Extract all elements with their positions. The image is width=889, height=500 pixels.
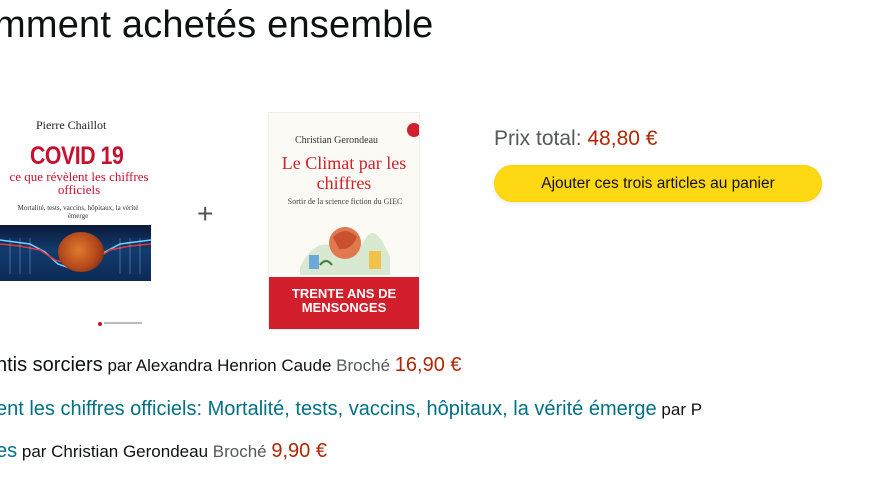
list-item: ntis sorciers par Alexandra Henrion Caud… (0, 354, 462, 377)
book-cover-banner-text: TRENTE ANS DE MENSONGES (291, 286, 397, 315)
list-item: ent les chiffres officiels: Mortalité, t… (0, 398, 702, 421)
list-item: es par Christian Gerondeau Broché 9,90 € (0, 440, 327, 463)
book-cover-subtitle: ce que révèlent les chiffres officiels (9, 169, 149, 197)
item-price: 9,90 € (271, 440, 327, 462)
climate-illustration-icon (300, 227, 390, 275)
total-price: Prix total: 48,80 € (494, 127, 657, 151)
item-format: Broché (212, 442, 267, 461)
book-cover-author: Pierre Chaillot (36, 118, 107, 132)
total-label: Prix total: (494, 127, 582, 150)
item-author: par Alexandra Henrion Caude (107, 356, 332, 375)
item-author: par Christian Gerondeau (21, 442, 209, 461)
publisher-line (104, 322, 142, 324)
book-cover-tagline: Mortalité, tests, vaccins, hôpitaux, la … (17, 204, 139, 220)
publisher-logo-icon (98, 322, 102, 326)
badge-icon (407, 123, 419, 137)
book-cover-covid19[interactable]: Pierre Chaillot COVID 19 ce que révèlent… (0, 110, 152, 332)
item-title[interactable]: ent les chiffres officiels: Mortalité, t… (0, 398, 657, 420)
virus-icon (58, 232, 104, 272)
item-price: 16,90 € (394, 354, 462, 376)
book-cover-title: Le Climat par les chiffres (281, 153, 407, 193)
item-format: Broché (336, 356, 391, 375)
book-cover-subtitle: Sortir de la science fiction du GIEC (287, 197, 403, 206)
book-cover-title: COVID 19 (30, 142, 124, 170)
add-all-to-cart-button[interactable]: Ajouter ces trois articles au panier (494, 165, 822, 202)
item-author: par P (661, 400, 703, 419)
item-title[interactable]: es (0, 440, 17, 462)
book-cover-author: Christian Gerondeau (295, 135, 379, 146)
book-cover-climat[interactable]: Christian Gerondeau Le Climat par les ch… (268, 112, 420, 330)
section-heading: mment achetés ensemble (0, 4, 434, 46)
plus-icon: + (197, 198, 214, 229)
item-title[interactable]: ntis sorciers (0, 354, 103, 376)
total-amount: 48,80 € (587, 127, 658, 150)
